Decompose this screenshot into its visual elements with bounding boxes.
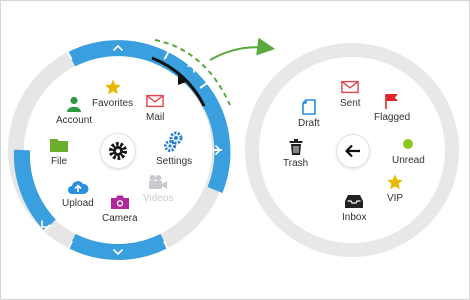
menu-item-inbox[interactable]: Inbox [342,192,366,223]
menu-item-settings[interactable]: Settings [156,130,192,167]
menu-item-draft[interactable]: Draft [298,98,320,129]
transition-arrow [209,37,276,61]
vip-label: VIP [386,193,404,204]
menu-item-favorites[interactable]: Favorites [92,78,133,109]
user-icon [67,95,82,113]
inbox-label: Inbox [342,212,367,223]
star-icon [104,78,122,96]
settings-label: Settings [156,156,193,167]
menu-item-flagged[interactable]: Flagged [374,92,410,123]
favorites-label: Favorites [92,98,134,109]
menu-item-unread[interactable]: Unread [392,135,425,166]
account-label: Account [56,115,93,126]
mail-icon [146,92,164,110]
video-icon [148,173,168,191]
menu-item-account[interactable]: Account [56,95,92,126]
file-label: File [50,156,68,167]
gears-icon [163,130,185,154]
menu-item-trash[interactable]: Trash [283,138,308,169]
right-center-button[interactable] [336,134,370,168]
menu-item-sent[interactable]: Sent [340,78,361,109]
dot-icon [402,135,414,153]
menu-item-vip[interactable]: VIP [386,173,404,204]
videos-label: Videos [143,193,174,204]
menu-item-camera[interactable]: Camera [102,193,138,224]
left-center-button[interactable] [100,133,136,169]
envelope-icon [341,78,360,96]
folder-icon [50,136,68,154]
trash-label: Trash [283,158,309,169]
flagged-label: Flagged [374,112,411,123]
menu-item-file[interactable]: File [50,136,68,167]
menu-item-videos: Videos [143,173,173,204]
back-arrow-icon [345,144,361,158]
star-icon [386,173,404,191]
inbox-icon [345,192,364,210]
cloud-upload-icon [67,178,89,196]
menu-item-mail[interactable]: Mail [146,92,164,123]
camera-icon [110,193,129,211]
draft-label: Draft [298,118,320,129]
upload-label: Upload [62,198,94,209]
camera-label: Camera [102,213,138,224]
document-icon [302,98,316,116]
menu-item-upload[interactable]: Upload [62,178,94,209]
unread-label: Unread [392,155,425,166]
gear-icon [107,140,129,162]
sent-label: Sent [340,98,361,109]
mail-label: Mail [146,112,165,123]
trash-icon [289,138,303,156]
flag-icon [384,92,400,110]
